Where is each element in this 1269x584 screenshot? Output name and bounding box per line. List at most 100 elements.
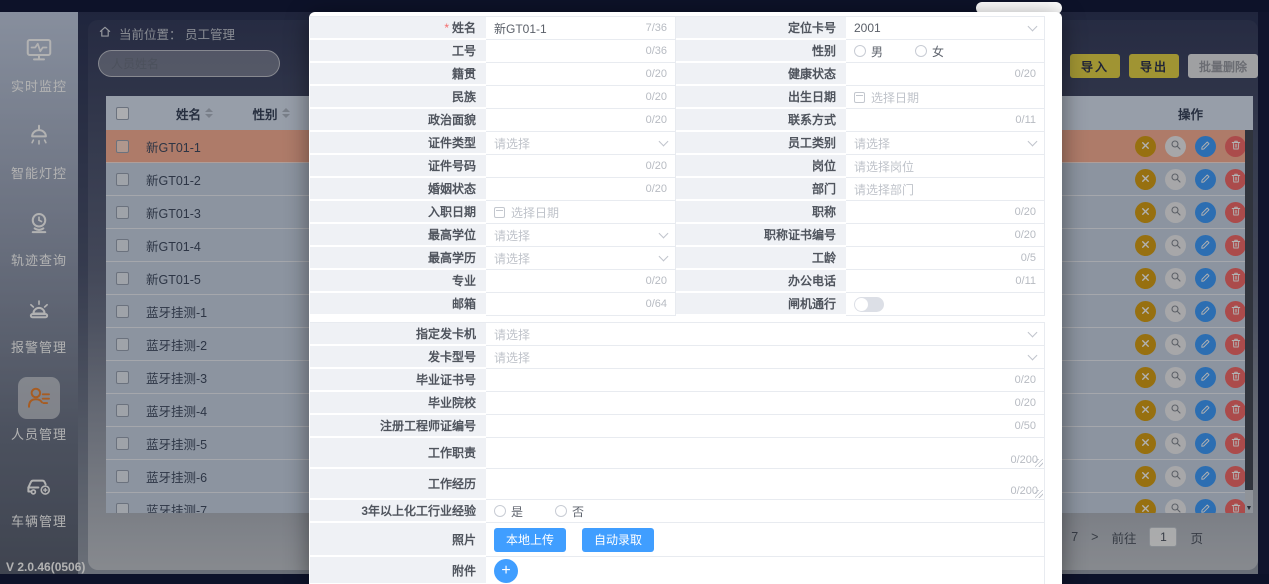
radio-icon [555, 505, 567, 517]
form-label: 3年以上化工行业经验 [310, 500, 486, 523]
form-field-buttons[interactable]: 本地上传自动录取 [486, 523, 1045, 557]
form-field-date[interactable]: 选择日期 [486, 201, 676, 224]
form-label: 民族 [310, 86, 486, 109]
field-value: 请选择部门 [854, 181, 1036, 198]
form-field-text[interactable]: 0/11 [846, 270, 1045, 293]
photo-button-自动录取[interactable]: 自动录取 [582, 528, 654, 552]
form-field-text[interactable]: 0/20 [486, 86, 676, 109]
field-value: 请选择 [494, 326, 1023, 343]
form-label: 员工类别 [676, 132, 846, 155]
add-attachment-button[interactable]: + [494, 559, 518, 583]
form-label: 工作经历 [310, 469, 486, 500]
form-label: 附件 [310, 557, 486, 584]
form-field-radio[interactable]: 是否 [486, 500, 1045, 523]
char-count: 0/20 [1015, 68, 1036, 80]
form-field-select[interactable]: 请选择 [846, 132, 1045, 155]
chevron-down-icon [1028, 21, 1038, 31]
form-field-select[interactable]: 请选择 [486, 323, 1045, 346]
char-count: 0/64 [646, 298, 667, 310]
char-count: 0/20 [646, 275, 667, 287]
form-field-text[interactable]: 0/20 [486, 392, 1045, 415]
form-label: 办公电话 [676, 270, 846, 293]
form-field-text[interactable]: 0/20 [486, 63, 676, 86]
form-label: *姓名 [310, 17, 486, 40]
form-label: 最高学历 [310, 247, 486, 270]
char-count: 0/20 [1015, 206, 1036, 218]
char-count: 0/36 [646, 45, 667, 57]
form-field-select[interactable]: 请选择 [486, 247, 676, 270]
form-field-text[interactable]: 新GT01-17/36 [486, 17, 676, 40]
form-label: 出生日期 [676, 86, 846, 109]
radio-option-是[interactable]: 是 [494, 503, 523, 520]
form-field-text[interactable]: 0/20 [846, 224, 1045, 247]
char-count: 0/5 [1021, 252, 1036, 264]
char-count: 0/200 [1010, 485, 1038, 497]
char-count: 0/50 [1015, 420, 1036, 432]
form-field-select[interactable]: 请选择 [486, 346, 1045, 369]
form-field-attach[interactable]: + [486, 557, 1045, 584]
field-value: 请选择岗位 [854, 158, 1036, 175]
form-label: 证件号码 [310, 155, 486, 178]
field-value: 选择日期 [511, 204, 667, 221]
form-field-text[interactable]: 0/20 [486, 369, 1045, 392]
resize-handle[interactable] [1035, 459, 1043, 467]
form-label: 岗位 [676, 155, 846, 178]
chevron-down-icon [1028, 327, 1038, 337]
char-count: 0/11 [1015, 275, 1036, 287]
chevron-down-icon [1028, 350, 1038, 360]
form-two-column-section: *姓名新GT01-17/36定位卡号2001工号0/36性别男女籍贯0/20健康… [310, 16, 1045, 316]
form-field-select[interactable]: 请选择 [486, 224, 676, 247]
char-count: 0/20 [646, 114, 667, 126]
form-field-text[interactable]: 0/50 [486, 415, 1045, 438]
form-field-text[interactable]: 0/11 [846, 109, 1045, 132]
form-field-date[interactable]: 选择日期 [846, 86, 1045, 109]
form-field-text[interactable]: 0/20 [846, 63, 1045, 86]
radio-option-男[interactable]: 男 [854, 43, 883, 60]
form-field-text[interactable]: 0/20 [846, 201, 1045, 224]
form-label: 职称证书编号 [676, 224, 846, 247]
char-count: 0/200 [1010, 454, 1038, 466]
form-field-text[interactable]: 0/20 [486, 155, 676, 178]
form-label: 联系方式 [676, 109, 846, 132]
form-field-toggle[interactable] [846, 293, 1045, 316]
form-field-select[interactable]: 2001 [846, 17, 1045, 40]
radio-label: 男 [871, 43, 883, 60]
form-label: 毕业证书号 [310, 369, 486, 392]
form-field-text[interactable]: 0/64 [486, 293, 676, 316]
char-count: 0/20 [646, 183, 667, 195]
field-value: 选择日期 [871, 89, 1036, 106]
form-field-text[interactable]: 0/36 [486, 40, 676, 63]
field-value: 请选择 [854, 135, 1023, 152]
char-count: 0/20 [1015, 397, 1036, 409]
chevron-down-icon [659, 228, 669, 238]
form-field-textarea[interactable]: 0/200 [486, 469, 1045, 500]
form-field-text[interactable]: 0/20 [486, 109, 676, 132]
form-label: 部门 [676, 178, 846, 201]
form-label: 照片 [310, 523, 486, 557]
form-field-radio[interactable]: 男女 [846, 40, 1045, 63]
form-field-textarea[interactable]: 0/200 [486, 438, 1045, 469]
form-field-text[interactable]: 0/20 [486, 270, 676, 293]
radio-option-否[interactable]: 否 [555, 503, 584, 520]
form-label: 邮箱 [310, 293, 486, 316]
form-field-text[interactable]: 请选择部门 [846, 178, 1045, 201]
field-value: 请选择 [494, 349, 1023, 366]
resize-handle[interactable] [1035, 490, 1043, 498]
stage: 实时监控智能灯控轨迹查询报警管理人员管理车辆管理 V 2.0.46(0506) … [0, 0, 1269, 584]
form-label: 籍贯 [310, 63, 486, 86]
form-field-text[interactable]: 0/20 [486, 178, 676, 201]
field-value: 请选择 [494, 135, 654, 152]
radio-option-女[interactable]: 女 [915, 43, 944, 60]
form-label: 政治面貌 [310, 109, 486, 132]
form-label: 入职日期 [310, 201, 486, 224]
char-count: 0/20 [646, 91, 667, 103]
form-field-select[interactable]: 请选择 [486, 132, 676, 155]
chevron-down-icon [659, 136, 669, 146]
gate-pass-toggle[interactable] [854, 297, 884, 312]
form-field-text[interactable]: 0/5 [846, 247, 1045, 270]
photo-button-本地上传[interactable]: 本地上传 [494, 528, 566, 552]
form-label: 婚姻状态 [310, 178, 486, 201]
form-label: 发卡型号 [310, 346, 486, 369]
form-label: 专业 [310, 270, 486, 293]
form-field-text[interactable]: 请选择岗位 [846, 155, 1045, 178]
